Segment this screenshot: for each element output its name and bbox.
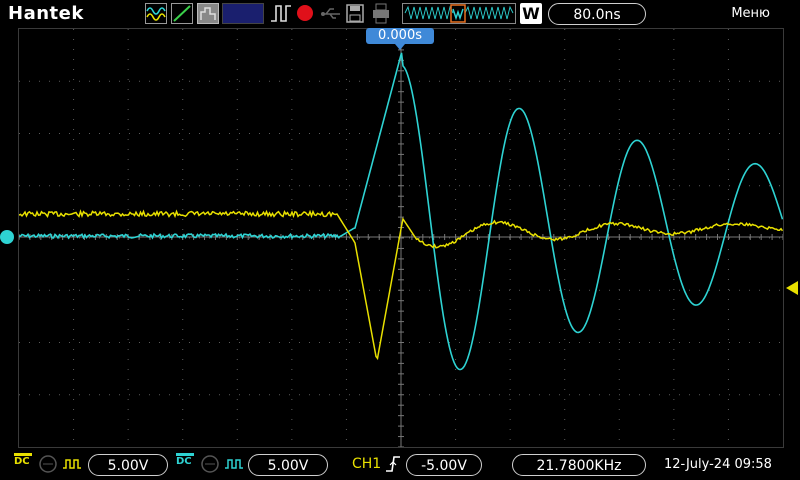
ch2-bandwidth-icon (200, 454, 220, 474)
frequency-display: 21.7800KHz (512, 454, 646, 476)
ch2-scale-display[interactable]: 5.00V (248, 454, 328, 476)
waveform-mode-icon[interactable] (145, 3, 167, 24)
run-pulse-icon[interactable] (270, 3, 292, 24)
timebase-display[interactable]: 80.0ns (548, 3, 646, 25)
ch2-coupling-label: DC (176, 456, 192, 467)
ch1-coupling-icon: DC (14, 453, 36, 477)
trigger-level-marker[interactable] (786, 281, 798, 295)
memory-window-icon[interactable] (402, 3, 516, 24)
trigger-w-icon[interactable]: W (520, 3, 542, 24)
ch2-ground-marker[interactable] (0, 230, 14, 244)
ch2-coupling-icon: DC (176, 453, 198, 477)
ch1-coupling-label: DC (14, 456, 30, 467)
trigger-position-label[interactable]: 0.000s (366, 28, 434, 44)
trigger-source-label[interactable]: CH1 (352, 456, 381, 472)
usb-icon[interactable] (320, 3, 342, 24)
brand-logo: Hantek (8, 3, 84, 24)
line-display-icon[interactable] (171, 3, 193, 24)
ch1-scale-display[interactable]: 5.00V (88, 454, 168, 476)
trigger-edge-rising-icon[interactable] (384, 454, 402, 474)
waveform-canvas (18, 28, 784, 448)
datetime-display: 12-July-24 09:58 (664, 457, 772, 472)
trigger-position-marker (395, 44, 405, 50)
ch1-bandwidth-icon (38, 454, 58, 474)
stop-record-icon[interactable] (296, 3, 316, 24)
memory-bar (222, 3, 264, 24)
trigger-level-display[interactable]: -5.00V (406, 454, 482, 476)
menu-button[interactable]: Меню (731, 6, 770, 21)
ch2-probe-icon (224, 454, 244, 474)
ch1-probe-icon (62, 454, 82, 474)
print-icon[interactable] (371, 3, 391, 24)
bottom-bar: DC 5.00V DC 5.00V CH1 -5.00V 21.7800KHz … (0, 450, 800, 480)
save-icon[interactable] (345, 3, 365, 24)
persist-icon[interactable] (197, 3, 219, 24)
top-bar: Hantek W 80.0ns Меню (0, 0, 800, 28)
waveform-display (18, 28, 784, 448)
